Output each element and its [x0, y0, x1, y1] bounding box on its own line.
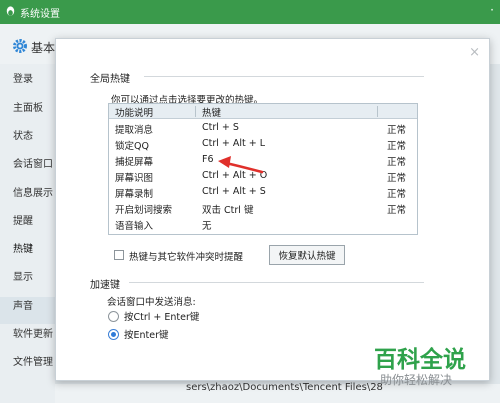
window-close-icon[interactable]: · [490, 3, 494, 17]
sidebar-item-chat-window[interactable]: 会话窗口 [13, 155, 53, 170]
table-row[interactable]: 提取消息 Ctrl + S 正常 [109, 121, 417, 137]
hotkey-status: 正常 [387, 157, 407, 168]
qq-penguin-icon [6, 6, 15, 16]
hotkey-value: Ctrl + Alt + O [202, 170, 268, 181]
header-basic-label: 基本 [31, 41, 56, 55]
sidebar-item-main-panel[interactable]: 主面板 [13, 99, 43, 114]
radio-ctrl-enter[interactable] [108, 311, 119, 322]
hotkey-function-name: 捕捉屏幕 [115, 157, 154, 168]
accelerator-keys-title: 加速键 [90, 280, 120, 291]
window-titlebar: 系统设置 · [0, 0, 500, 24]
hotkey-status: 正常 [387, 125, 407, 136]
section-divider [144, 76, 424, 77]
window-title: 系统设置 [20, 9, 60, 20]
hotkeys-table-header: 功能说明 热键 [109, 104, 417, 119]
hotkey-settings-dialog: × 全局热键 你可以通过点击选择要更改的热键。 功能说明 热键 提取消息 Ctr… [55, 38, 490, 381]
hotkeys-table: 功能说明 热键 提取消息 Ctrl + S 正常 锁定QQ Ctrl + Alt… [108, 103, 418, 235]
hotkey-status: 正常 [387, 141, 407, 152]
column-separator [195, 106, 196, 117]
radio-ctrl-enter-label[interactable]: 按Ctrl + Enter键 [124, 309, 199, 323]
sidebar-item-software-update[interactable]: 软件更新 [13, 325, 53, 340]
hotkey-value: F6 [202, 154, 214, 165]
table-row[interactable]: 锁定QQ Ctrl + Alt + L 正常 [109, 137, 417, 153]
table-row[interactable]: 屏幕录制 Ctrl + Alt + S 正常 [109, 185, 417, 201]
restore-default-hotkeys-button[interactable]: 恢复默认热键 [269, 245, 345, 265]
hotkey-value: Ctrl + Alt + L [202, 138, 266, 149]
column-separator [377, 106, 378, 117]
hotkey-status: 正常 [387, 173, 407, 184]
sidebar-item-info-display[interactable]: 信息展示 [13, 184, 53, 199]
watermark-logo: 百科全说 [374, 347, 466, 373]
table-row[interactable]: 捕捉屏幕 F6 正常 [109, 153, 417, 169]
column-header-hotkey[interactable]: 热键 [202, 105, 221, 119]
hotkey-conflict-label[interactable]: 热键与其它软件冲突时提醒 [129, 249, 243, 263]
sidebar-item-display[interactable]: 显示 [13, 268, 33, 283]
hotkey-value: Ctrl + S [202, 122, 239, 133]
hotkey-function-name: 开启划词搜索 [115, 205, 173, 216]
file-path-text: sers\zhaoz\Documents\Tencent Files\28 [186, 382, 383, 393]
sidebar-item-sound[interactable]: 声音 [13, 297, 33, 312]
radio-enter-label[interactable]: 按Enter键 [124, 327, 169, 341]
section-divider [129, 282, 424, 283]
global-hotkeys-title: 全局热键 [90, 74, 130, 85]
radio-enter[interactable] [108, 329, 119, 340]
sidebar-item-reminder[interactable]: 提醒 [13, 212, 33, 227]
hotkey-value: 无 [202, 221, 212, 232]
watermark-slogan: 助你轻松解决 [380, 373, 453, 387]
sidebar-item-hotkeys[interactable]: 热键 [13, 240, 33, 255]
sidebar-item-file-management[interactable]: 文件管理 [13, 353, 53, 368]
table-row[interactable]: 屏幕识图 Ctrl + Alt + O 正常 [109, 169, 417, 185]
sidebar-item-status[interactable]: 状态 [13, 127, 33, 142]
sidebar-item-login[interactable]: 登录 [13, 70, 33, 85]
hotkey-function-name: 屏幕识图 [115, 173, 154, 184]
hotkey-function-name: 屏幕录制 [115, 189, 154, 200]
table-row[interactable]: 语音输入 无 [109, 217, 417, 233]
hotkey-status: 正常 [387, 205, 407, 216]
column-header-function[interactable]: 功能说明 [115, 105, 153, 119]
hotkey-value: 双击 Ctrl 键 [202, 205, 254, 216]
hotkey-function-name: 锁定QQ [115, 141, 149, 152]
gear-icon [13, 39, 27, 53]
hotkey-value: Ctrl + Alt + S [202, 186, 266, 197]
send-message-label: 会话窗口中发送消息: [107, 297, 196, 308]
hotkey-function-name: 提取消息 [115, 125, 154, 136]
hotkey-function-name: 语音输入 [115, 221, 154, 232]
table-row[interactable]: 开启划词搜索 双击 Ctrl 键 正常 [109, 201, 417, 217]
hotkey-conflict-checkbox[interactable] [114, 250, 124, 260]
hotkey-status: 正常 [387, 189, 407, 200]
dialog-close-icon[interactable]: × [469, 45, 480, 60]
